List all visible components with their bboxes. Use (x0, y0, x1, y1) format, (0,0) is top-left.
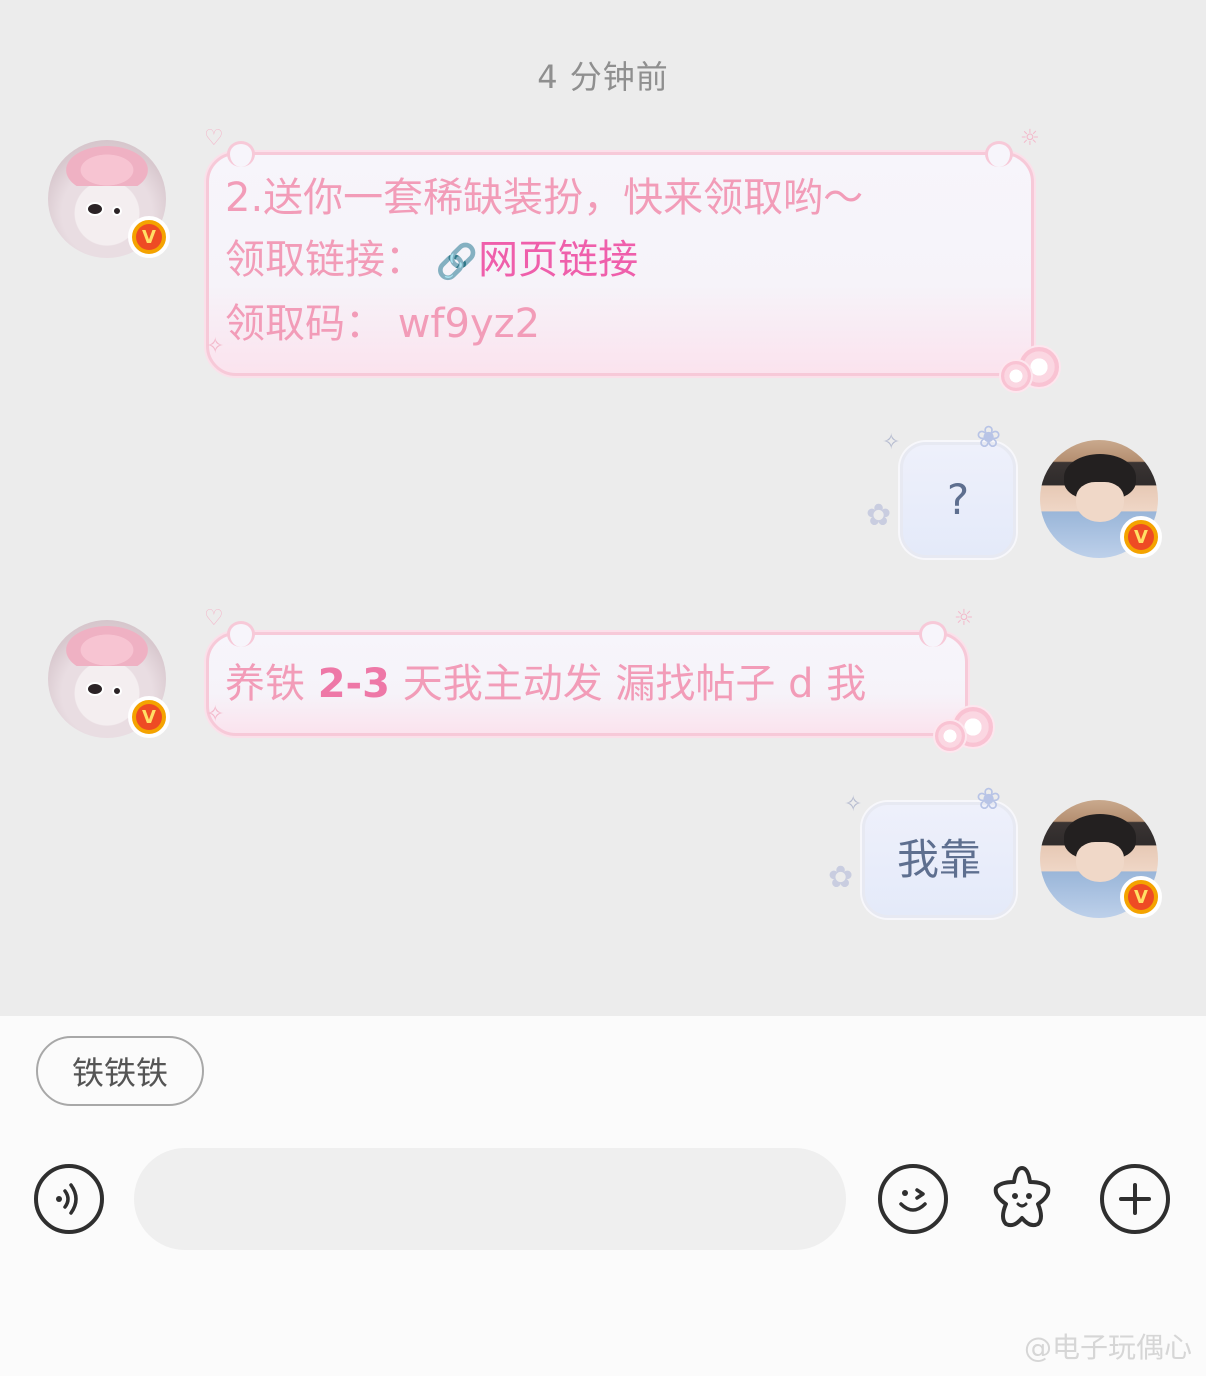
bunny-decoration-icon: ✿ (828, 860, 854, 895)
chat-area[interactable]: 4 分钟前 V 2.送你一套稀缺装扮，快来领取哟～ 领取链接： 🔗网页链接 领取… (0, 0, 1206, 1016)
butterfly-decoration-icon: ❀ (976, 782, 1002, 817)
message-2-text: ? (946, 475, 970, 524)
message-bubble-3[interactable]: 养铁 2-3 天我主动发 漏找帖子 d 我 (206, 621, 995, 753)
avatar-self[interactable]: V (1040, 800, 1162, 918)
sparkle-decoration-icon: ✧ (206, 702, 225, 727)
verified-badge-icon: V (1120, 516, 1162, 558)
ribbon-decoration-icon: ☼ (954, 606, 974, 631)
butterfly-decoration-icon: ❀ (976, 420, 1002, 455)
more-options-button[interactable] (1100, 1164, 1170, 1234)
plus-icon (1119, 1183, 1151, 1215)
message-3-text: 养铁 2-3 天我主动发 漏找帖子 d 我 (225, 661, 867, 707)
favorite-sticker-button[interactable] (984, 1160, 1060, 1236)
sparkle-decoration-icon: ✧ (844, 792, 863, 817)
avatar-sender[interactable]: V (48, 140, 170, 258)
message-bubble-2[interactable]: ? (900, 442, 1016, 558)
message-1-line-3: 领取码： wf9yz2 (225, 301, 541, 347)
verified-badge-icon: V (128, 696, 170, 738)
heart-decoration-icon: ♡ (204, 606, 224, 631)
message-4-text: 我靠 (896, 835, 981, 884)
sparkle-decoration-icon: ✧ (882, 430, 901, 455)
flower-decoration-icon (933, 719, 967, 753)
message-bubble-4[interactable]: 我靠 (862, 802, 1016, 918)
avatar-self[interactable]: V (1040, 440, 1162, 558)
watermark: @电子玩偶心 (1023, 1331, 1192, 1364)
message-1-line-1: 2.送你一套稀缺装扮，快来领取哟～ (225, 175, 864, 221)
message-timestamp: 4 分钟前 (537, 58, 669, 96)
link-icon: 🔗 (425, 242, 479, 282)
star-icon (993, 1166, 1051, 1228)
voice-button[interactable] (34, 1164, 104, 1234)
flower-decoration-icon (999, 359, 1033, 393)
ribbon-decoration-icon: ☼ (1020, 126, 1040, 151)
web-link[interactable]: 网页链接 (478, 237, 638, 283)
heart-decoration-icon: ♡ (204, 126, 224, 151)
message-bubble-1[interactable]: 2.送你一套稀缺装扮，快来领取哟～ 领取链接： 🔗网页链接 领取码： wf9yz… (206, 141, 1061, 393)
emoji-button[interactable] (878, 1164, 948, 1234)
quick-reply-chip[interactable]: 铁铁铁 (36, 1036, 204, 1106)
bunny-decoration-icon: ✿ (866, 498, 892, 533)
emoji-icon (899, 1188, 927, 1212)
verified-badge-icon: V (1120, 876, 1162, 918)
message-1-line-2: 领取链接： 🔗网页链接 (225, 237, 639, 283)
sparkle-decoration-icon: ✧ (206, 334, 225, 359)
avatar-sender[interactable]: V (48, 620, 170, 738)
verified-badge-icon: V (128, 216, 170, 258)
message-input[interactable] (134, 1148, 846, 1250)
voice-icon (56, 1183, 78, 1215)
